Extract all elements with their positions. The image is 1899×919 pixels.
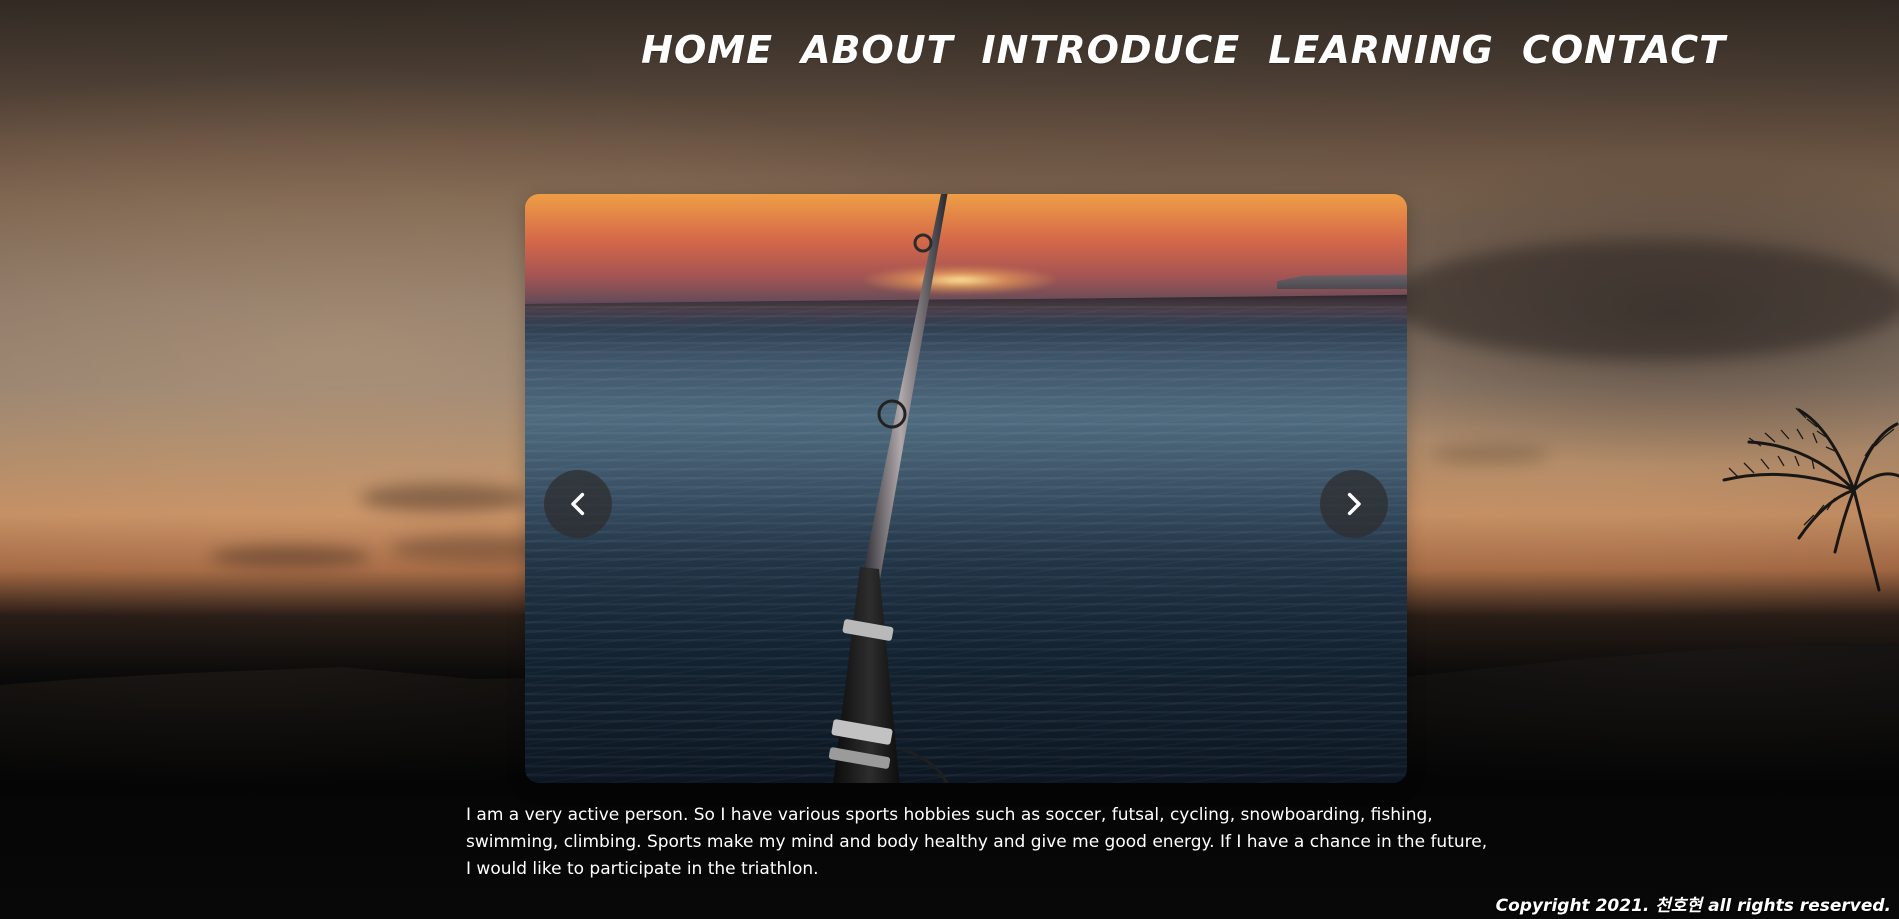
- hobby-description: I am a very active person. So I have var…: [466, 802, 1546, 883]
- background-cloud: [210, 546, 370, 568]
- slider-next-button[interactable]: [1320, 470, 1388, 538]
- water-ripples: [525, 306, 1407, 783]
- description-line: I would like to participate in the triat…: [466, 859, 819, 879]
- description-line: swimming, climbing. Sports make my mind …: [466, 832, 1488, 852]
- page-background: HOME ABOUT INTRODUCE LEARNING CONTACT I …: [0, 0, 1899, 919]
- background-cloud: [1430, 445, 1550, 463]
- slider-prev-button[interactable]: [544, 470, 612, 538]
- background-cloud: [360, 484, 530, 512]
- nav-home-link[interactable]: HOME: [641, 31, 773, 69]
- nav-about-link[interactable]: ABOUT: [801, 31, 953, 69]
- main-navigation: HOME ABOUT INTRODUCE LEARNING CONTACT: [641, 31, 1726, 69]
- description-line: I am a very active person. So I have var…: [466, 805, 1433, 825]
- background-cloud: [1390, 240, 1899, 360]
- nav-contact-link[interactable]: CONTACT: [1522, 31, 1726, 69]
- nav-learning-link[interactable]: LEARNING: [1268, 31, 1494, 69]
- footer-copyright: Copyright 2021. 천호현 all rights reserved.: [1495, 896, 1891, 916]
- nav-introduce-link[interactable]: INTRODUCE: [982, 31, 1241, 69]
- image-slider: [525, 194, 1407, 783]
- chevron-left-icon: [571, 492, 585, 516]
- palm-silhouette-icon: [1722, 407, 1899, 592]
- chevron-right-icon: [1347, 492, 1361, 516]
- sunset-glow: [865, 266, 1055, 294]
